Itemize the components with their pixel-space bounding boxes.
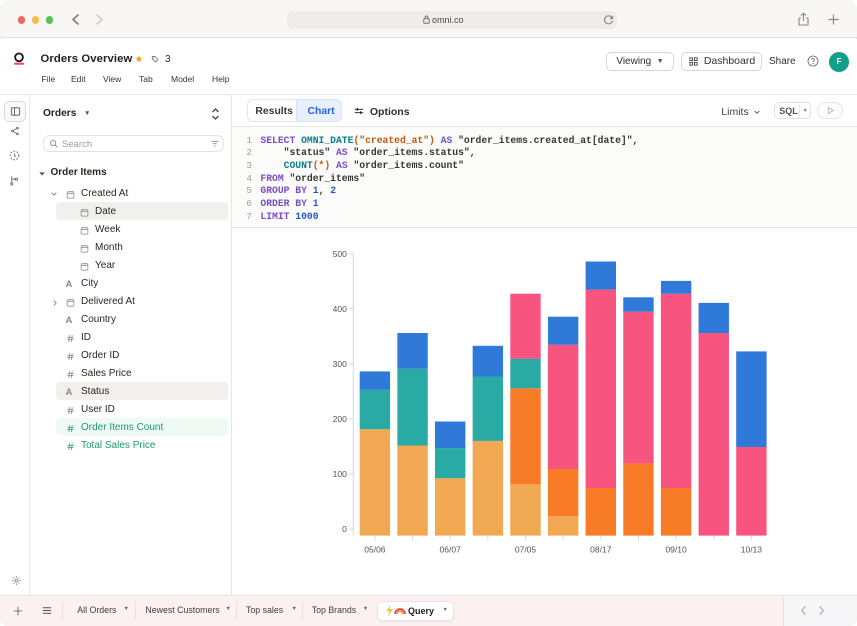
svg-text:0: 0 bbox=[342, 524, 347, 534]
svg-text:100: 100 bbox=[333, 469, 347, 479]
svg-text:07/05: 07/05 bbox=[515, 545, 537, 555]
svg-text:300: 300 bbox=[333, 359, 347, 369]
svg-text:400: 400 bbox=[333, 304, 347, 314]
svg-text:09/10: 09/10 bbox=[665, 545, 687, 555]
svg-text:08/17: 08/17 bbox=[590, 545, 612, 555]
svg-text:500: 500 bbox=[333, 249, 347, 259]
svg-text:10/13: 10/13 bbox=[741, 545, 763, 555]
svg-text:05/06: 05/06 bbox=[364, 545, 386, 555]
svg-text:200: 200 bbox=[333, 414, 347, 424]
svg-text:06/07: 06/07 bbox=[440, 545, 462, 555]
